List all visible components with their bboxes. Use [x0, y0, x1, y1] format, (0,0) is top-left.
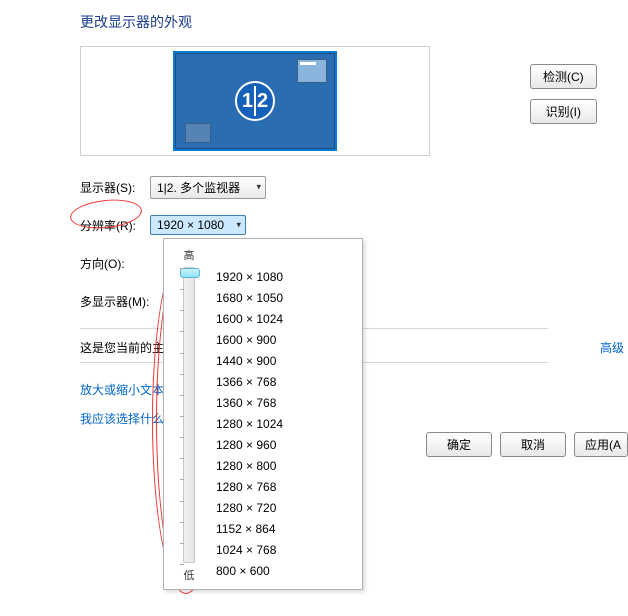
advanced-link[interactable]: 高级 — [600, 339, 624, 356]
resolution-combo[interactable]: 1920 × 1080 — [150, 215, 246, 235]
resolution-option[interactable]: 1280 × 768 — [216, 477, 354, 498]
monitor-thumb-top — [297, 59, 327, 83]
monitor-num-1: 1 — [242, 90, 253, 113]
resolution-option[interactable]: 1360 × 768 — [216, 393, 354, 414]
resolution-option[interactable]: 1152 × 864 — [216, 519, 354, 540]
side-buttons: 检测(C) 识别(I) — [530, 46, 597, 124]
slider-label-low: 低 — [184, 567, 195, 583]
resolution-option[interactable]: 1366 × 768 — [216, 372, 354, 393]
row-resolution: 分辨率(R): 1920 × 1080 — [80, 214, 628, 236]
slider-thumb[interactable] — [180, 268, 200, 278]
display-combo[interactable]: 1|2. 多个监视器 — [150, 176, 266, 199]
resolution-option[interactable]: 1600 × 900 — [216, 330, 354, 351]
resolution-slider[interactable] — [183, 267, 195, 563]
monitor-num-divider — [254, 86, 256, 116]
resolution-option[interactable]: 800 × 600 — [216, 561, 354, 582]
resolution-option[interactable]: 1280 × 720 — [216, 498, 354, 519]
monitor-row: 1 2 检测(C) 识别(I) — [0, 46, 628, 156]
slider-label-high: 高 — [184, 247, 195, 263]
resolution-option[interactable]: 1280 × 1024 — [216, 414, 354, 435]
ok-button[interactable]: 确定 — [426, 432, 492, 457]
label-multi: 多显示器(M): — [80, 293, 150, 310]
bottom-button-row: 确定 取消 应用(A — [426, 432, 628, 457]
monitor-preview[interactable]: 1 2 — [173, 51, 337, 151]
identify-button[interactable]: 识别(I) — [530, 99, 597, 124]
resolution-option[interactable]: 1600 × 1024 — [216, 309, 354, 330]
label-display: 显示器(S): — [80, 179, 150, 196]
row-display: 显示器(S): 1|2. 多个监视器 — [80, 176, 628, 198]
monitor-number-badge: 1 2 — [235, 81, 275, 121]
apply-button[interactable]: 应用(A — [574, 432, 628, 457]
resolution-option[interactable]: 1920 × 1080 — [216, 267, 354, 288]
current-main-text: 这是您当前的主 — [80, 339, 164, 356]
slider-column: 高 低 — [172, 247, 206, 583]
resolution-option[interactable]: 1280 × 800 — [216, 456, 354, 477]
resolution-option[interactable]: 1280 × 960 — [216, 435, 354, 456]
label-resolution: 分辨率(R): — [80, 217, 150, 234]
page-title: 更改显示器的外观 — [0, 0, 628, 46]
monitor-num-2: 2 — [257, 90, 268, 113]
cancel-button[interactable]: 取消 — [500, 432, 566, 457]
resolution-popup: 高 低 1920 × 10801680 × 10501600 × 1024160… — [163, 238, 363, 590]
resolution-option[interactable]: 1680 × 1050 — [216, 288, 354, 309]
resolution-option[interactable]: 1440 × 900 — [216, 351, 354, 372]
monitor-thumb-bottom — [185, 123, 211, 143]
monitor-preview-frame: 1 2 — [80, 46, 430, 156]
resolution-list: 1920 × 10801680 × 10501600 × 10241600 × … — [206, 247, 354, 583]
detect-button[interactable]: 检测(C) — [530, 64, 597, 89]
resolution-option[interactable]: 1024 × 768 — [216, 540, 354, 561]
label-orientation: 方向(O): — [80, 255, 150, 272]
